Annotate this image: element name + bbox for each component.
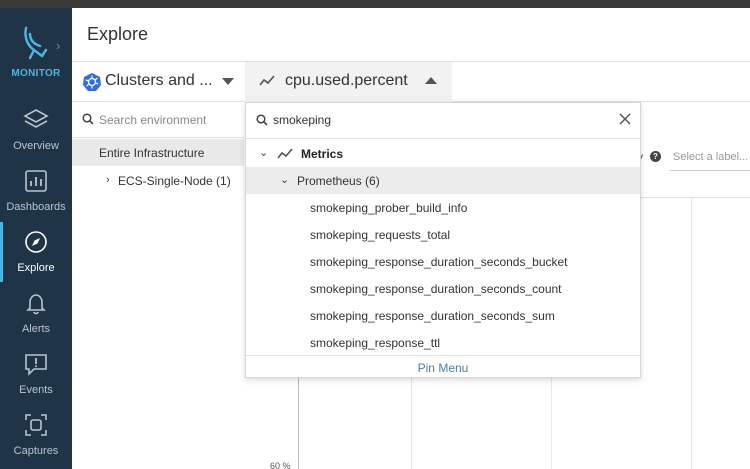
metrics-group-label: Metrics — [301, 147, 344, 161]
env-entire-infrastructure[interactable]: Entire Infrastructure — [72, 139, 244, 166]
logo-text: MONITOR — [11, 68, 61, 79]
chart-gridline — [691, 198, 692, 469]
metric-option[interactable]: smokeping_response_duration_seconds_sum — [246, 302, 640, 329]
metric-selector-label: cpu.used.percent — [285, 72, 408, 89]
metric-option[interactable]: smokeping_response_duration_seconds_coun… — [246, 275, 640, 302]
alerts-icon — [26, 294, 46, 315]
kubernetes-icon — [83, 73, 101, 91]
close-icon[interactable] — [618, 112, 632, 126]
metric-option[interactable]: smokeping_requests_total — [246, 221, 640, 248]
chart-y-axis — [298, 378, 299, 469]
env-tree-item-ecs[interactable]: › ECS-Single-Node (1) — [72, 167, 244, 194]
caret-up-icon — [425, 77, 437, 84]
explore-icon — [25, 231, 47, 253]
caret-down-icon — [222, 78, 234, 85]
metric-dropdown: smokeping ⌄ Metrics ⌄ Prometheus (6) smo… — [245, 102, 641, 378]
metric-option[interactable]: smokeping_response_duration_seconds_buck… — [246, 248, 640, 275]
environment-search-placeholder: Search environment — [99, 113, 207, 127]
search-icon — [256, 114, 268, 126]
chevron-right-icon[interactable]: › — [56, 38, 60, 53]
sidebar-item-label: Captures — [13, 445, 59, 457]
y-tick-label: 60 % — [270, 461, 291, 469]
explore-toolbar: Clusters and ... cpu.used.percent — [72, 62, 750, 102]
cluster-scope-label: Clusters and ... — [105, 72, 213, 89]
sidebar-item-dashboards[interactable]: Dashboards — [0, 161, 72, 221]
prometheus-group-label: Prometheus (6) — [297, 174, 380, 188]
environment-search[interactable]: Search environment — [72, 102, 244, 138]
prometheus-group[interactable]: ⌄ Prometheus (6) — [246, 167, 640, 194]
metric-option[interactable]: smokeping_response_ttl — [246, 329, 640, 356]
sidebar-item-label: Overview — [13, 140, 59, 152]
sidebar: › MONITOR Overview Dashboards Explore Al… — [0, 8, 72, 469]
metric-selector[interactable]: cpu.used.percent — [245, 62, 452, 102]
metric-trend-icon — [259, 75, 275, 86]
sidebar-item-explore[interactable]: Explore — [0, 222, 72, 282]
sidebar-item-captures[interactable]: Captures — [0, 405, 72, 465]
sidebar-item-label: Alerts — [21, 323, 51, 335]
window-top-bar — [0, 0, 750, 8]
cluster-scope-selector[interactable]: Clusters and ... — [72, 62, 244, 102]
metric-search[interactable]: smokeping — [246, 103, 640, 139]
metric-search-value[interactable]: smokeping — [273, 113, 331, 127]
overview-icon — [23, 109, 49, 128]
page-title: Explore — [87, 24, 149, 44]
metric-option[interactable]: smokeping_prober_build_info — [246, 194, 640, 221]
dashboards-icon — [25, 170, 47, 192]
chevron-down-icon[interactable]: ⌄ — [280, 173, 289, 186]
pin-menu-button[interactable]: Pin Menu — [246, 355, 640, 378]
search-icon — [82, 113, 94, 125]
help-icon[interactable]: ? — [650, 151, 661, 162]
env-tree-item-label: ECS-Single-Node (1) — [118, 174, 231, 188]
monitor-logo-icon — [24, 26, 48, 60]
sidebar-item-label: Events — [19, 384, 53, 396]
sidebar-item-label: Explore — [17, 262, 55, 274]
environment-panel: Search environment Entire Infrastructure… — [72, 102, 244, 469]
sidebar-item-label: Dashboards — [6, 201, 66, 213]
label-select[interactable]: Select a label... — [670, 143, 750, 171]
chart-gridline — [411, 378, 412, 469]
sidebar-item-alerts[interactable]: Alerts — [0, 283, 72, 343]
events-icon — [25, 354, 47, 376]
chart-divider — [641, 197, 750, 198]
chevron-right-icon[interactable]: › — [106, 174, 110, 186]
logo[interactable]: › MONITOR — [0, 8, 72, 90]
chevron-down-icon[interactable]: ⌄ — [259, 146, 268, 159]
metrics-group[interactable]: ⌄ Metrics — [246, 140, 640, 167]
sidebar-item-events[interactable]: Events — [0, 344, 72, 404]
chart-gridline — [551, 378, 552, 469]
sidebar-item-overview[interactable]: Overview — [0, 100, 72, 160]
captures-icon — [25, 414, 47, 436]
metric-trend-icon — [277, 148, 293, 159]
